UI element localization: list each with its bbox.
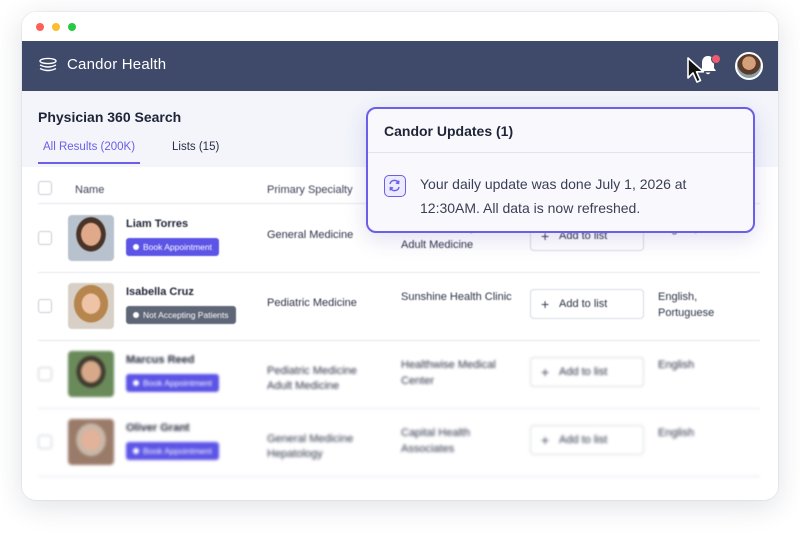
add-to-list-button[interactable]: + Add to list: [530, 425, 644, 455]
add-to-list-button[interactable]: + Add to list: [530, 289, 644, 319]
physician-photo: [68, 419, 114, 465]
add-to-list-button[interactable]: + Add to list: [530, 357, 644, 387]
notification-message: Your daily update was done July 1, 2026 …: [420, 176, 687, 216]
user-avatar[interactable]: [735, 52, 763, 80]
table-row[interactable]: Marcus Reed Book Appointment Pediatric M…: [38, 340, 760, 409]
notification-dot: [711, 54, 721, 64]
row-checkbox[interactable]: [38, 435, 52, 449]
languages: English, Portuguese: [658, 291, 715, 319]
add-to-list-label: Add to list: [559, 298, 608, 310]
stack-logo-icon: [39, 57, 57, 71]
book-appointment-badge[interactable]: Book Appointment: [126, 238, 219, 256]
languages: English: [658, 427, 695, 439]
book-appointment-badge[interactable]: Book Appointment: [126, 442, 219, 460]
practice-name: Sunshine Health Clinic: [401, 291, 512, 303]
refresh-icon: [384, 175, 406, 197]
physician-name[interactable]: Liam Torres: [126, 218, 188, 230]
tab-lists[interactable]: Lists (15): [172, 141, 219, 162]
plus-icon: +: [541, 432, 550, 448]
not-accepting-patients-badge: Not Accepting Patients: [126, 306, 236, 324]
specialty: Pediatric Medicine Adult Medicine: [267, 365, 357, 392]
add-to-list-label: Add to list: [559, 366, 608, 378]
column-header-name: Name: [75, 184, 105, 196]
physician-name[interactable]: Isabella Cruz: [126, 286, 194, 298]
physician-photo: [68, 215, 114, 261]
minimize-window-button[interactable]: [52, 23, 60, 31]
practice-name: Capital Health Associates: [401, 427, 471, 455]
languages: English: [658, 359, 695, 371]
specialty: General Medicine: [267, 229, 354, 241]
close-window-button[interactable]: [36, 23, 44, 31]
column-header-specialty[interactable]: Primary Specialty: [267, 184, 353, 196]
popover-divider: [368, 152, 753, 153]
table-row[interactable]: Isabella Cruz Not Accepting Patients Ped…: [38, 272, 760, 341]
plus-icon: +: [541, 364, 550, 380]
specialty: General Medicine Hepatology: [267, 433, 354, 460]
notification-popover[interactable]: Candor Updates (1) Your daily update was…: [366, 107, 755, 233]
page-title: Physician 360 Search: [38, 109, 182, 125]
row-checkbox[interactable]: [38, 299, 52, 313]
app-header: Candor Health: [22, 41, 778, 91]
row-checkbox[interactable]: [38, 367, 52, 381]
row-checkbox[interactable]: [38, 231, 52, 245]
table-row[interactable]: Oliver Grant Book Appointment General Me…: [38, 408, 760, 477]
mouse-pointer-icon: [687, 57, 705, 83]
add-to-list-label: Add to list: [559, 434, 608, 446]
results-table-row-2: Isabella Cruz Not Accepting Patients Ped…: [22, 272, 778, 341]
practice-name: Healthwise Medical Center: [401, 359, 496, 387]
physician-photo: [68, 283, 114, 329]
brand[interactable]: Candor Health: [38, 56, 166, 73]
physician-photo: [68, 351, 114, 397]
specialty: Pediatric Medicine: [267, 297, 357, 309]
results-table-rows-lower: Marcus Reed Book Appointment Pediatric M…: [22, 340, 778, 500]
tab-all-results[interactable]: All Results (200K): [38, 141, 141, 164]
app-window: Candor Health Physician 360 Search All R…: [22, 12, 778, 500]
maximize-window-button[interactable]: [68, 23, 76, 31]
window-titlebar: [22, 12, 778, 41]
select-all-checkbox[interactable]: [38, 181, 52, 195]
physician-name[interactable]: Marcus Reed: [126, 354, 194, 366]
book-appointment-badge[interactable]: Book Appointment: [126, 374, 219, 392]
physician-name[interactable]: Oliver Grant: [126, 422, 190, 434]
popover-title: Candor Updates (1): [384, 123, 514, 139]
brand-name: Candor Health: [67, 56, 167, 73]
plus-icon: +: [541, 296, 550, 312]
